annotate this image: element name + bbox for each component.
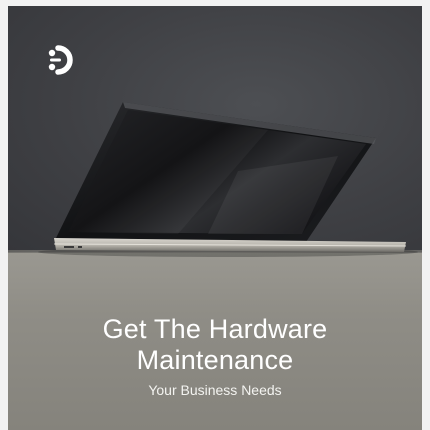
ad-banner: Get The Hardware Maintenance Your Busine… — [8, 6, 422, 430]
subheadline: Your Business Needs — [148, 382, 282, 398]
headline-line-1: Get The Hardware — [102, 314, 328, 344]
headline: Get The Hardware Maintenance — [8, 314, 422, 376]
headline-line-2: Maintenance — [136, 345, 294, 375]
laptop-image — [38, 102, 418, 257]
